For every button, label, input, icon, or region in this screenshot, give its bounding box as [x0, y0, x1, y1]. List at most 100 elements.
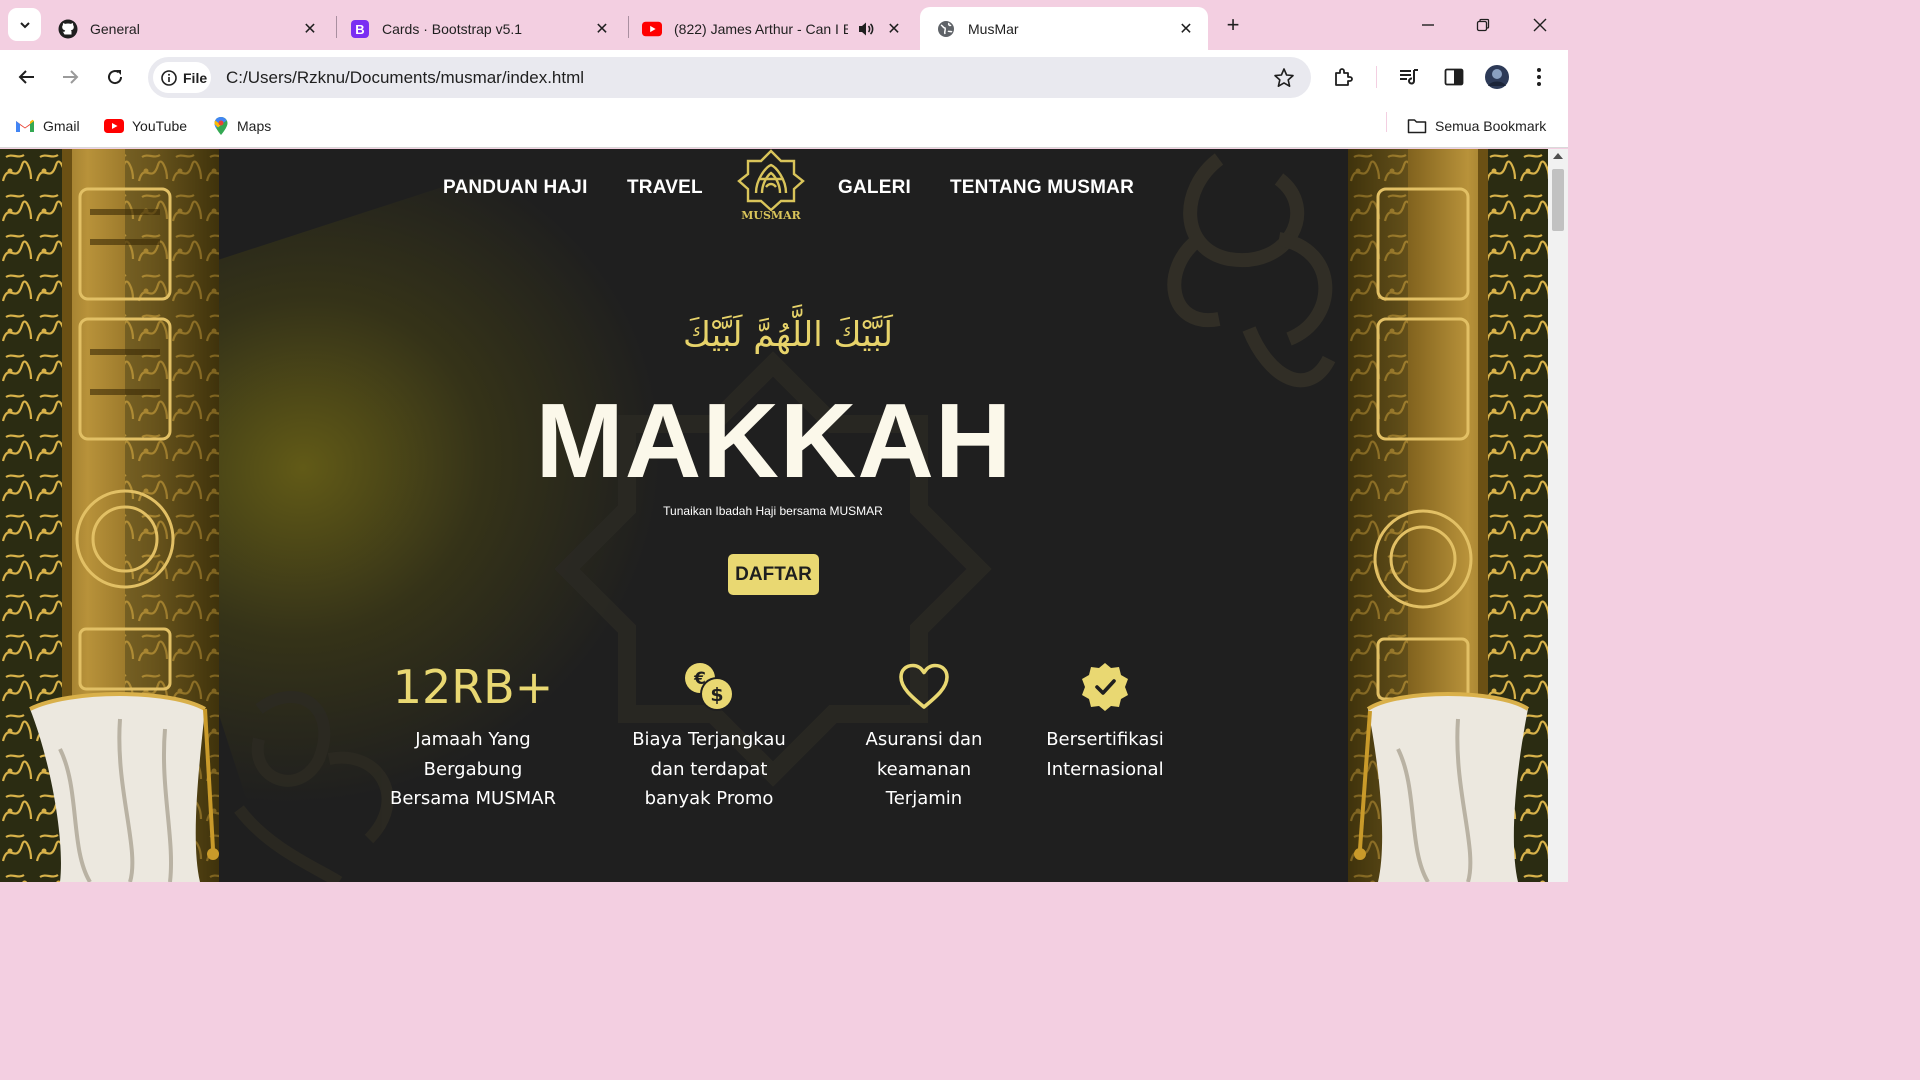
nav-travel[interactable]: TRAVEL — [627, 177, 703, 199]
logo-emblem-icon — [737, 149, 805, 212]
tab-bootstrap-cards[interactable]: B Cards · Bootstrap v5.1 ✕ — [334, 7, 624, 50]
caption-line: Biaya Terjangkau — [632, 729, 786, 750]
kaaba-door-right-image — [1348, 149, 1548, 882]
bookmark-gmail[interactable]: Gmail — [15, 114, 80, 138]
chevron-down-icon — [19, 21, 30, 28]
minimize-icon[interactable] — [1413, 10, 1443, 40]
scroll-up-arrow-icon[interactable] — [1553, 153, 1563, 159]
currency-coins-icon: € $ — [609, 659, 809, 715]
page-viewport: PANDUAN HAJI TRAVEL MUSMAR GALERI TENTAN… — [0, 149, 1548, 882]
caption-line: Asuransi dan — [865, 729, 983, 750]
bookmark-youtube[interactable]: YouTube — [104, 114, 187, 138]
caption-line: Bersertifikasi — [1046, 729, 1164, 750]
gmail-icon — [16, 119, 34, 132]
tab-search-button[interactable] — [8, 8, 41, 41]
bookmark-label: Maps — [237, 118, 272, 134]
close-tab-icon[interactable]: ✕ — [884, 19, 904, 39]
nav-panduan-haji[interactable]: PANDUAN HAJI — [443, 177, 588, 199]
tab-title: (822) James Arthur - Can I B — [674, 20, 848, 37]
svg-text:B: B — [355, 22, 364, 37]
logo-text: MUSMAR — [741, 209, 801, 222]
svg-text:$: $ — [710, 684, 723, 706]
toolbar-separator — [1376, 66, 1377, 88]
browser-toolbar: File C:/Users/Rzknu/Documents/musmar/ind… — [0, 50, 1568, 104]
bootstrap-icon: B — [350, 19, 370, 39]
tab-general[interactable]: General ✕ — [42, 7, 332, 50]
new-tab-button[interactable]: + — [1220, 12, 1246, 38]
feature-caption: Bersertifikasi Internasional — [1005, 725, 1205, 784]
profile-avatar[interactable] — [1483, 63, 1511, 91]
tab-youtube-video[interactable]: (822) James Arthur - Can I B ✕ — [626, 7, 916, 50]
close-window-icon[interactable] — [1525, 10, 1555, 40]
youtube-icon — [104, 119, 124, 133]
verified-badge-icon — [1005, 659, 1205, 715]
tab-title: MusMar — [968, 20, 1019, 37]
maps-icon — [214, 117, 228, 135]
arrow-right-icon — [63, 70, 79, 84]
reload-icon — [108, 70, 123, 85]
tab-title: Cards · Bootstrap v5.1 — [382, 20, 523, 37]
daftar-button[interactable]: DAFTAR — [728, 554, 819, 595]
caption-line: Bersama MUSMAR — [390, 788, 556, 809]
feature-caption: Biaya Terjangkau dan terdapat banyak Pro… — [609, 725, 809, 814]
bookmarks-bar: Gmail YouTube Maps Semua Bookmark — [0, 104, 1568, 148]
caption-line: dan terdapat — [650, 758, 768, 780]
all-bookmarks-label: Semua Bookmark — [1435, 118, 1547, 134]
hero-section: PANDUAN HAJI TRAVEL MUSMAR GALERI TENTAN… — [219, 149, 1348, 882]
feature-caption: Jamaah Yang Bergabung Bersama MUSMAR — [373, 725, 573, 814]
url-text[interactable]: C:/Users/Rzknu/Documents/musmar/index.ht… — [226, 68, 584, 88]
arrow-left-icon — [18, 70, 34, 84]
heart-icon — [824, 659, 1024, 715]
menu-kebab-icon[interactable] — [1525, 63, 1553, 91]
feature-biaya: € $ Biaya Terjangkau dan terdapat banyak… — [609, 659, 809, 814]
close-tab-icon[interactable]: ✕ — [300, 19, 320, 39]
site-info-chip[interactable]: File — [153, 62, 211, 93]
caption-line: banyak Promo — [644, 788, 774, 809]
caption-line: Jamaah Yang — [415, 729, 531, 750]
github-icon — [58, 19, 78, 39]
tab-musmar[interactable]: MusMar ✕ — [920, 7, 1208, 50]
all-bookmarks-button[interactable]: Semua Bookmark — [1407, 114, 1546, 138]
address-bar[interactable]: File C:/Users/Rzknu/Documents/musmar/ind… — [148, 57, 1311, 98]
bookmark-label: YouTube — [132, 118, 188, 134]
hero-subtitle: Tunaikan Ibadah Haji bersama MUSMAR — [663, 504, 883, 518]
bookmarks-separator — [1386, 112, 1387, 132]
nav-galeri[interactable]: GALERI — [838, 177, 911, 199]
forward-button[interactable] — [55, 62, 85, 92]
tab-title: General — [90, 20, 140, 37]
bookmark-label: Gmail — [43, 118, 80, 134]
hero-title: MAKKAH — [535, 382, 1013, 500]
globe-icon — [936, 19, 956, 39]
bookmark-star-icon[interactable] — [1273, 67, 1295, 89]
info-icon — [161, 69, 177, 86]
tab-strip: General ✕ B Cards · Bootstrap v5.1 ✕ (82… — [0, 0, 1568, 50]
feature-asuransi: Asuransi dan keamanan Terjamin — [824, 659, 1024, 814]
speaker-icon[interactable] — [854, 19, 878, 39]
extensions-icon[interactable] — [1330, 63, 1358, 91]
youtube-icon — [642, 19, 662, 39]
bookmark-maps[interactable]: Maps — [213, 114, 271, 138]
media-control-icon[interactable] — [1395, 63, 1423, 91]
caption-line: keamanan — [876, 758, 972, 780]
feature-jamaah: 12RB+ Jamaah Yang Bergabung Bersama MUSM… — [373, 659, 573, 814]
restore-icon[interactable] — [1468, 10, 1498, 40]
side-panel-icon[interactable] — [1440, 63, 1468, 91]
talbiyah-arabic-text: لَبَّيْكَ اللَّهُمَّ لَبَّيْكَ — [682, 315, 894, 355]
kaaba-door-left-image — [0, 149, 219, 882]
reload-button[interactable] — [100, 62, 130, 92]
caption-line: Internasional — [1046, 758, 1164, 780]
close-tab-icon[interactable]: ✕ — [1176, 19, 1196, 39]
caption-line: Bergabung — [423, 758, 523, 780]
feature-caption: Asuransi dan keamanan Terjamin — [824, 725, 1024, 814]
site-info-label: File — [183, 69, 208, 86]
jamaah-count-stat: 12RB+ — [392, 660, 554, 714]
caption-line: Terjamin — [885, 788, 963, 809]
nav-tentang-musmar[interactable]: TENTANG MUSMAR — [950, 177, 1134, 199]
page-scrollbar[interactable] — [1548, 149, 1568, 882]
scroll-thumb[interactable] — [1552, 169, 1564, 231]
musmar-logo[interactable]: MUSMAR — [736, 149, 806, 225]
folder-icon — [1407, 119, 1427, 134]
feature-sertifikasi: Bersertifikasi Internasional — [1005, 659, 1205, 784]
back-button[interactable] — [12, 62, 42, 92]
close-tab-icon[interactable]: ✕ — [592, 19, 612, 39]
